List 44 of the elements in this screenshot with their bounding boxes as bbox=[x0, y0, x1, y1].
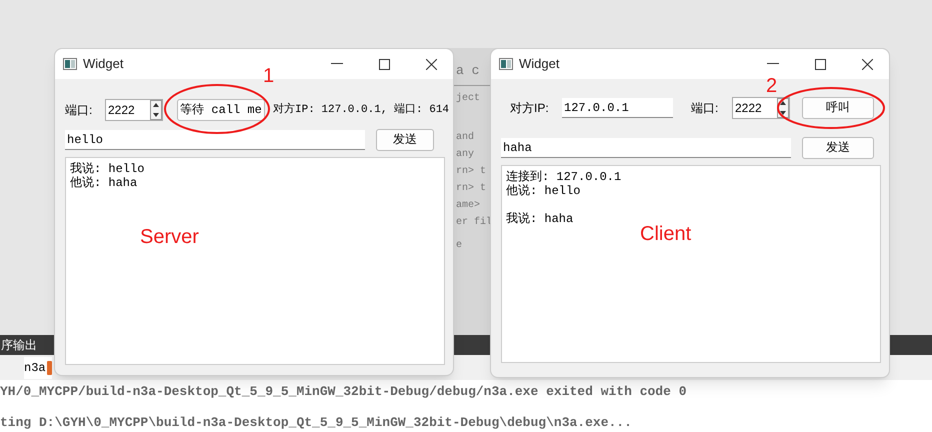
log-line: 我说: hello bbox=[70, 162, 146, 176]
log-line: 他说: haha bbox=[70, 176, 138, 190]
text-field[interactable]: haha bbox=[501, 138, 791, 158]
window-title: Widget bbox=[519, 55, 560, 74]
minimize-icon[interactable] bbox=[331, 63, 343, 65]
wait-button[interactable]: 等待 call me bbox=[177, 99, 265, 121]
log-line: 连接到: 127.0.0.1 bbox=[506, 170, 622, 184]
code-text: and bbox=[456, 130, 476, 145]
log-line: 他说: hello bbox=[506, 184, 582, 198]
annotation-label: Server bbox=[140, 227, 199, 247]
app-icon bbox=[63, 58, 77, 70]
output-line: YH/0_MYCPP/build-n3a-Desktop_Qt_5_9_5_MinGW_32bit-Debug/debug/n3a.exe exited with code 0 bbox=[0, 383, 688, 401]
code-text: a c bbox=[456, 62, 480, 79]
peer-address-label: 对方IP: 127.0.0.1, 端口: 614 bbox=[273, 102, 450, 118]
text-field[interactable]: 127.0.0.1 bbox=[562, 98, 673, 118]
spin-box[interactable]: 2222 bbox=[105, 99, 163, 121]
maximize-icon[interactable] bbox=[815, 58, 826, 70]
send-button[interactable]: 发送 bbox=[802, 137, 874, 159]
log-line: 我说: haha bbox=[506, 212, 574, 226]
step-number: 2 bbox=[766, 76, 778, 96]
send-button[interactable]: 发送 bbox=[376, 129, 434, 151]
code-text: e bbox=[456, 239, 464, 253]
output-line: ting D:\GYH\0_MYCPP\build-n3a-Desktop_Qt_5_9_5_MinGW_32bit-Debug\debug\n3a.exe... bbox=[0, 414, 633, 432]
code-text: ame> bbox=[456, 199, 482, 213]
port-label: 端口: bbox=[65, 102, 94, 119]
spin-box[interactable]: 2222 bbox=[732, 97, 790, 119]
code-text: rn> t bbox=[456, 165, 488, 179]
code-text: ject bbox=[456, 92, 482, 106]
app-icon bbox=[499, 58, 513, 70]
code-text: er fil bbox=[456, 216, 494, 230]
window-title: Widget bbox=[83, 55, 124, 74]
output-tab[interactable]: n3a bbox=[24, 356, 52, 378]
code-text: rn> t bbox=[456, 182, 488, 196]
text-field[interactable]: hello bbox=[65, 130, 365, 150]
spinner-arrows-icon[interactable] bbox=[150, 100, 162, 120]
port-label: 端口: bbox=[691, 100, 720, 117]
call-button[interactable]: 呼叫 bbox=[802, 97, 874, 119]
ip-label: 对方IP: bbox=[510, 100, 550, 117]
step-number: 1 bbox=[263, 66, 274, 86]
code-text: any bbox=[456, 148, 476, 162]
minimize-icon[interactable] bbox=[767, 63, 779, 65]
panel-title: 序输出 bbox=[0, 337, 37, 354]
maximize-icon[interactable] bbox=[379, 58, 390, 70]
annotation-label: Client bbox=[640, 224, 692, 244]
